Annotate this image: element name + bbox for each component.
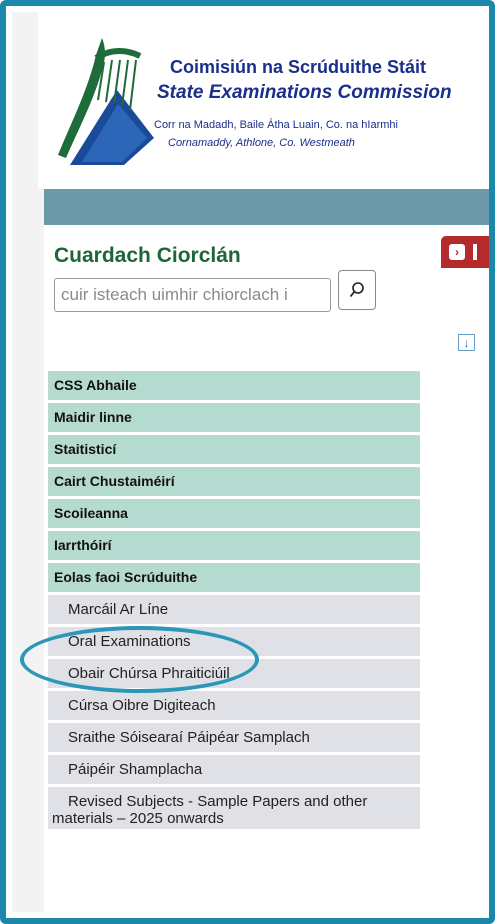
submenu-item-junior-sample-papers[interactable]: Sraithe Sóisearaí Páipéar Samplach xyxy=(48,723,420,752)
arrow-down-icon[interactable]: ↓ xyxy=(458,334,475,351)
org-name-english: State Examinations Commission xyxy=(157,82,452,103)
menu-item-candidates[interactable]: Iarrthóirí xyxy=(48,531,420,560)
search-button[interactable] xyxy=(338,270,376,310)
address-english: Cornamaddy, Athlone, Co. Westmeath xyxy=(168,137,355,149)
submenu-item-practical-coursework[interactable]: Obair Chúrsa Phraiticiúil xyxy=(48,659,420,688)
menu-item-exam-info[interactable]: Eolas faoi Scrúduithe xyxy=(48,563,420,592)
submenu-item-oral-examinations[interactable]: Oral Examinations xyxy=(48,627,420,656)
search-heading: Cuardach Ciorclán xyxy=(54,244,241,267)
sidebar-menu: CSS Abhaile Maidir linne Staitisticí Cai… xyxy=(48,371,420,832)
nav-bar xyxy=(44,189,489,225)
chevron-right-icon: › xyxy=(449,244,465,260)
red-tab-button[interactable]: › xyxy=(441,236,489,268)
submenu-item-digital-coursework[interactable]: Cúrsa Oibre Digiteach xyxy=(48,691,420,720)
menu-item-about[interactable]: Maidir linne xyxy=(48,403,420,432)
tab-label-fragment xyxy=(473,244,477,260)
circular-search-input[interactable] xyxy=(54,278,331,312)
address-irish: Corr na Madadh, Baile Átha Luain, Co. na… xyxy=(154,119,398,131)
org-name-irish: Coimisiún na Scrúduithe Stáit xyxy=(170,57,427,77)
submenu-item-revised-subjects[interactable]: Revised Subjects - Sample Papers and oth… xyxy=(48,787,420,829)
menu-item-schools[interactable]: Scoileanna xyxy=(48,499,420,528)
revised-subjects-line2: materials – 2025 onwards xyxy=(52,810,224,827)
menu-item-statistics[interactable]: Staitisticí xyxy=(48,435,420,464)
search-icon xyxy=(349,282,364,298)
submenu-item-online-marking[interactable]: Marcáil Ar Líne xyxy=(48,595,420,624)
menu-item-home[interactable]: CSS Abhaile xyxy=(48,371,420,400)
harp-logo[interactable] xyxy=(52,30,167,165)
submenu-item-sample-papers[interactable]: Páipéir Shamplacha xyxy=(48,755,420,784)
revised-subjects-line1: Revised Subjects - Sample Papers and oth… xyxy=(68,793,368,810)
menu-item-customer-charter[interactable]: Cairt Chustaiméirí xyxy=(48,467,420,496)
